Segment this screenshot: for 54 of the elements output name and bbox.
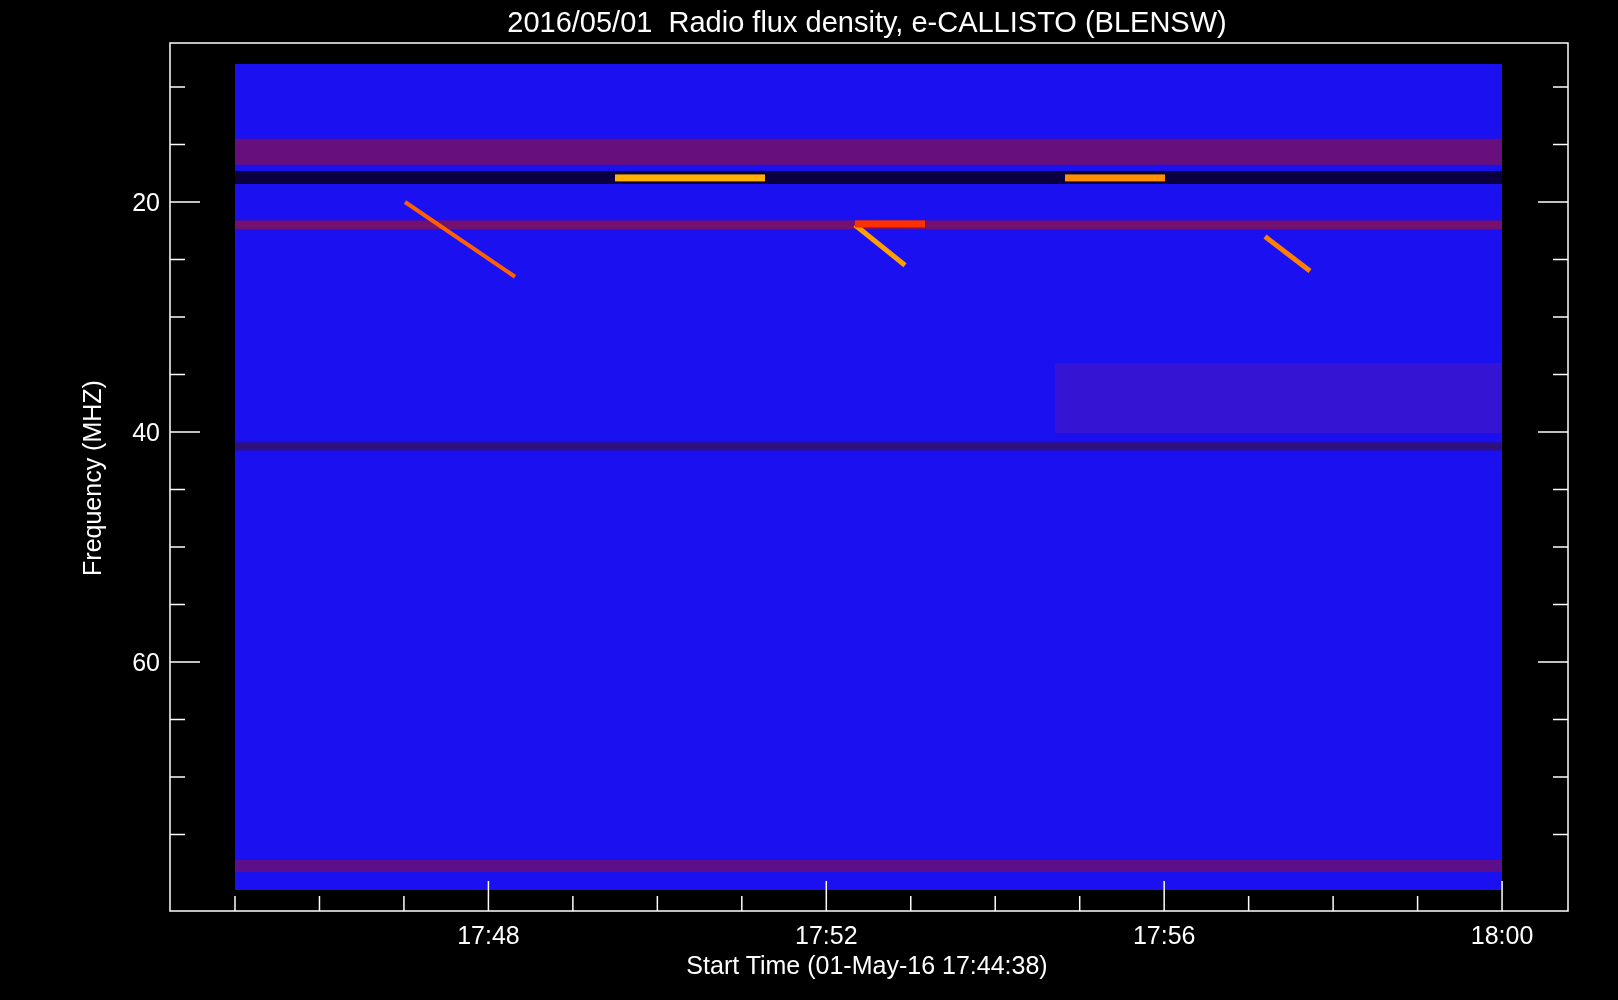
tick-mark (1501, 880, 1503, 912)
tick-mark (656, 895, 659, 912)
tick-label: 17:48 (457, 921, 520, 949)
tick-mark (169, 661, 201, 663)
tick-mark (169, 546, 186, 548)
tick-mark (1332, 895, 1334, 912)
tick-mark (1552, 488, 1569, 491)
tick-mark (572, 895, 574, 912)
tick-mark (169, 431, 201, 433)
tick-mark (1552, 86, 1569, 88)
tick-mark (1552, 143, 1569, 146)
tick-mark (169, 143, 186, 146)
tick-mark (234, 895, 236, 912)
tick-mark (169, 718, 186, 721)
tick-mark (1247, 895, 1250, 912)
tick-label: 20 (132, 188, 160, 216)
chart-title: 2016/05/01 Radio flux density, e-CALLISTO (BLENSW) (507, 6, 1227, 38)
axis-title: Start Time (01-May-16 17:44:38) (686, 951, 1048, 979)
tick-label: 60 (132, 648, 160, 676)
tick-mark (1552, 373, 1569, 376)
tick-mark (1163, 880, 1165, 912)
tick-mark (169, 603, 186, 606)
tick-mark (318, 895, 321, 912)
tick-mark (1552, 776, 1569, 778)
tick-mark (1552, 718, 1569, 721)
tick-mark (169, 258, 186, 261)
tick-mark (487, 880, 490, 912)
tick-mark (169, 201, 201, 203)
tick-mark (1552, 258, 1569, 261)
tick-mark (169, 86, 186, 88)
tick-mark (1552, 546, 1569, 548)
tick-label: 17:56 (1132, 921, 1196, 949)
axis-title: Frequency (MHZ) (78, 380, 106, 576)
tick-mark (1416, 895, 1419, 912)
tick-mark (741, 895, 743, 912)
tick-mark (1537, 201, 1569, 203)
tick-mark (1552, 833, 1569, 836)
tick-label: 17:52 (795, 921, 858, 949)
tick-mark (1537, 431, 1569, 433)
tick-mark (825, 880, 828, 912)
tick-mark (403, 895, 405, 912)
tick-mark (910, 895, 912, 912)
tick-label: 18:00 (1470, 921, 1534, 949)
tick-mark (169, 776, 186, 778)
tick-mark (169, 833, 186, 836)
tick-mark (169, 373, 186, 376)
tick-mark (1537, 661, 1569, 663)
tick-mark (1552, 603, 1569, 606)
tick-mark (994, 895, 996, 912)
tick-mark (1552, 316, 1569, 318)
tick-label: 40 (132, 418, 160, 446)
tick-mark (1078, 895, 1081, 912)
tick-mark (169, 316, 186, 318)
tick-mark (169, 488, 186, 491)
